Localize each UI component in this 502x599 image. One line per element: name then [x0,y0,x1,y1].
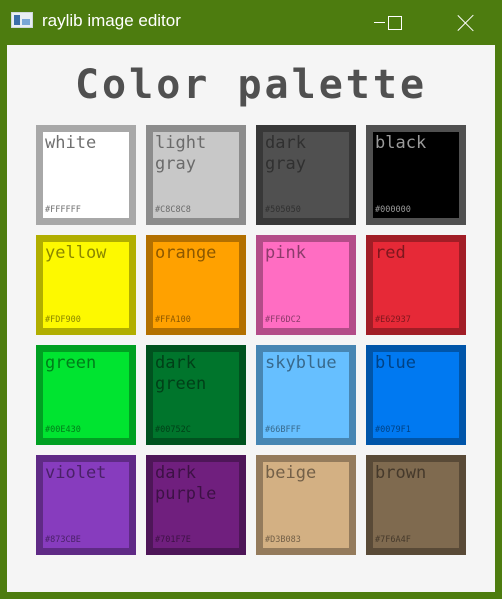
color-name-label: violet [45,463,107,483]
color-tile-green[interactable]: green #00E430 [36,345,136,445]
color-hex-label: #FF6DC2 [265,315,301,325]
color-hex-label: #000000 [375,205,411,215]
close-button[interactable] [443,0,489,45]
color-tile-dark-green[interactable]: dark green #00752C [146,345,246,445]
color-name-label: light gray [155,133,207,174]
color-hex-label: #D3B083 [265,535,301,545]
color-name-label: white [45,133,97,153]
color-name-label: brown [375,463,427,483]
color-hex-label: #FFA100 [155,315,191,325]
app-icon[interactable] [11,12,33,28]
color-tile-violet[interactable]: violet #873CBE [36,455,136,555]
color-name-label: beige [265,463,317,483]
color-tile-red[interactable]: red #E62937 [366,235,466,335]
page-title: Color palette [74,62,428,108]
color-name-label: yellow [45,243,107,263]
color-name-label: dark purple [155,463,217,504]
color-hex-label: #505050 [265,205,301,215]
color-hex-label: #873CBE [45,535,81,545]
color-hex-label: #FFFFFF [45,205,81,215]
color-hex-label: #00752C [155,425,191,435]
title-bar[interactable]: raylib image editor [0,0,502,45]
maximize-icon [388,15,402,30]
color-hex-label: #701F7E [155,535,191,545]
window-title: raylib image editor [42,11,181,30]
color-hex-label: #7F6A4F [375,535,411,545]
color-name-label: dark gray [265,133,306,174]
color-name-label: pink [265,243,306,263]
color-tile-dark-purple[interactable]: dark purple #701F7E [146,455,246,555]
color-hex-label: #0079F1 [375,425,411,435]
color-hex-label: #E62937 [375,315,411,325]
close-icon [457,14,475,32]
color-tile-black[interactable]: black #000000 [366,125,466,225]
color-tile-light-gray[interactable]: light gray #C8C8C8 [146,125,246,225]
color-tile-blue[interactable]: blue #0079F1 [366,345,466,445]
color-tile-dark-gray[interactable]: dark gray #505050 [256,125,356,225]
color-name-label: blue [375,353,416,373]
color-name-label: dark green [155,353,207,394]
color-name-label: black [375,133,427,153]
color-name-label: orange [155,243,217,263]
color-hex-label: #66BFFF [265,425,301,435]
color-tile-yellow[interactable]: yellow #FDF900 [36,235,136,335]
client-area: Color palette white #FFFFFF light gray #C8C… [7,45,495,592]
color-tile-pink[interactable]: pink #FF6DC2 [256,235,356,335]
color-name-label: red [375,243,406,263]
maximize-button[interactable] [372,0,418,45]
color-tile-skyblue[interactable]: skyblue #66BFFF [256,345,356,445]
color-tile-beige[interactable]: beige #D3B083 [256,455,356,555]
color-tile-white[interactable]: white #FFFFFF [36,125,136,225]
color-hex-label: #C8C8C8 [155,205,191,215]
color-name-label: green [45,353,97,373]
color-name-label: skyblue [265,353,337,373]
app-window: raylib image editor Color palette white #… [0,0,502,599]
color-hex-label: #FDF900 [45,315,81,325]
color-hex-label: #00E430 [45,425,81,435]
color-tile-brown[interactable]: brown #7F6A4F [366,455,466,555]
color-tile-orange[interactable]: orange #FFA100 [146,235,246,335]
